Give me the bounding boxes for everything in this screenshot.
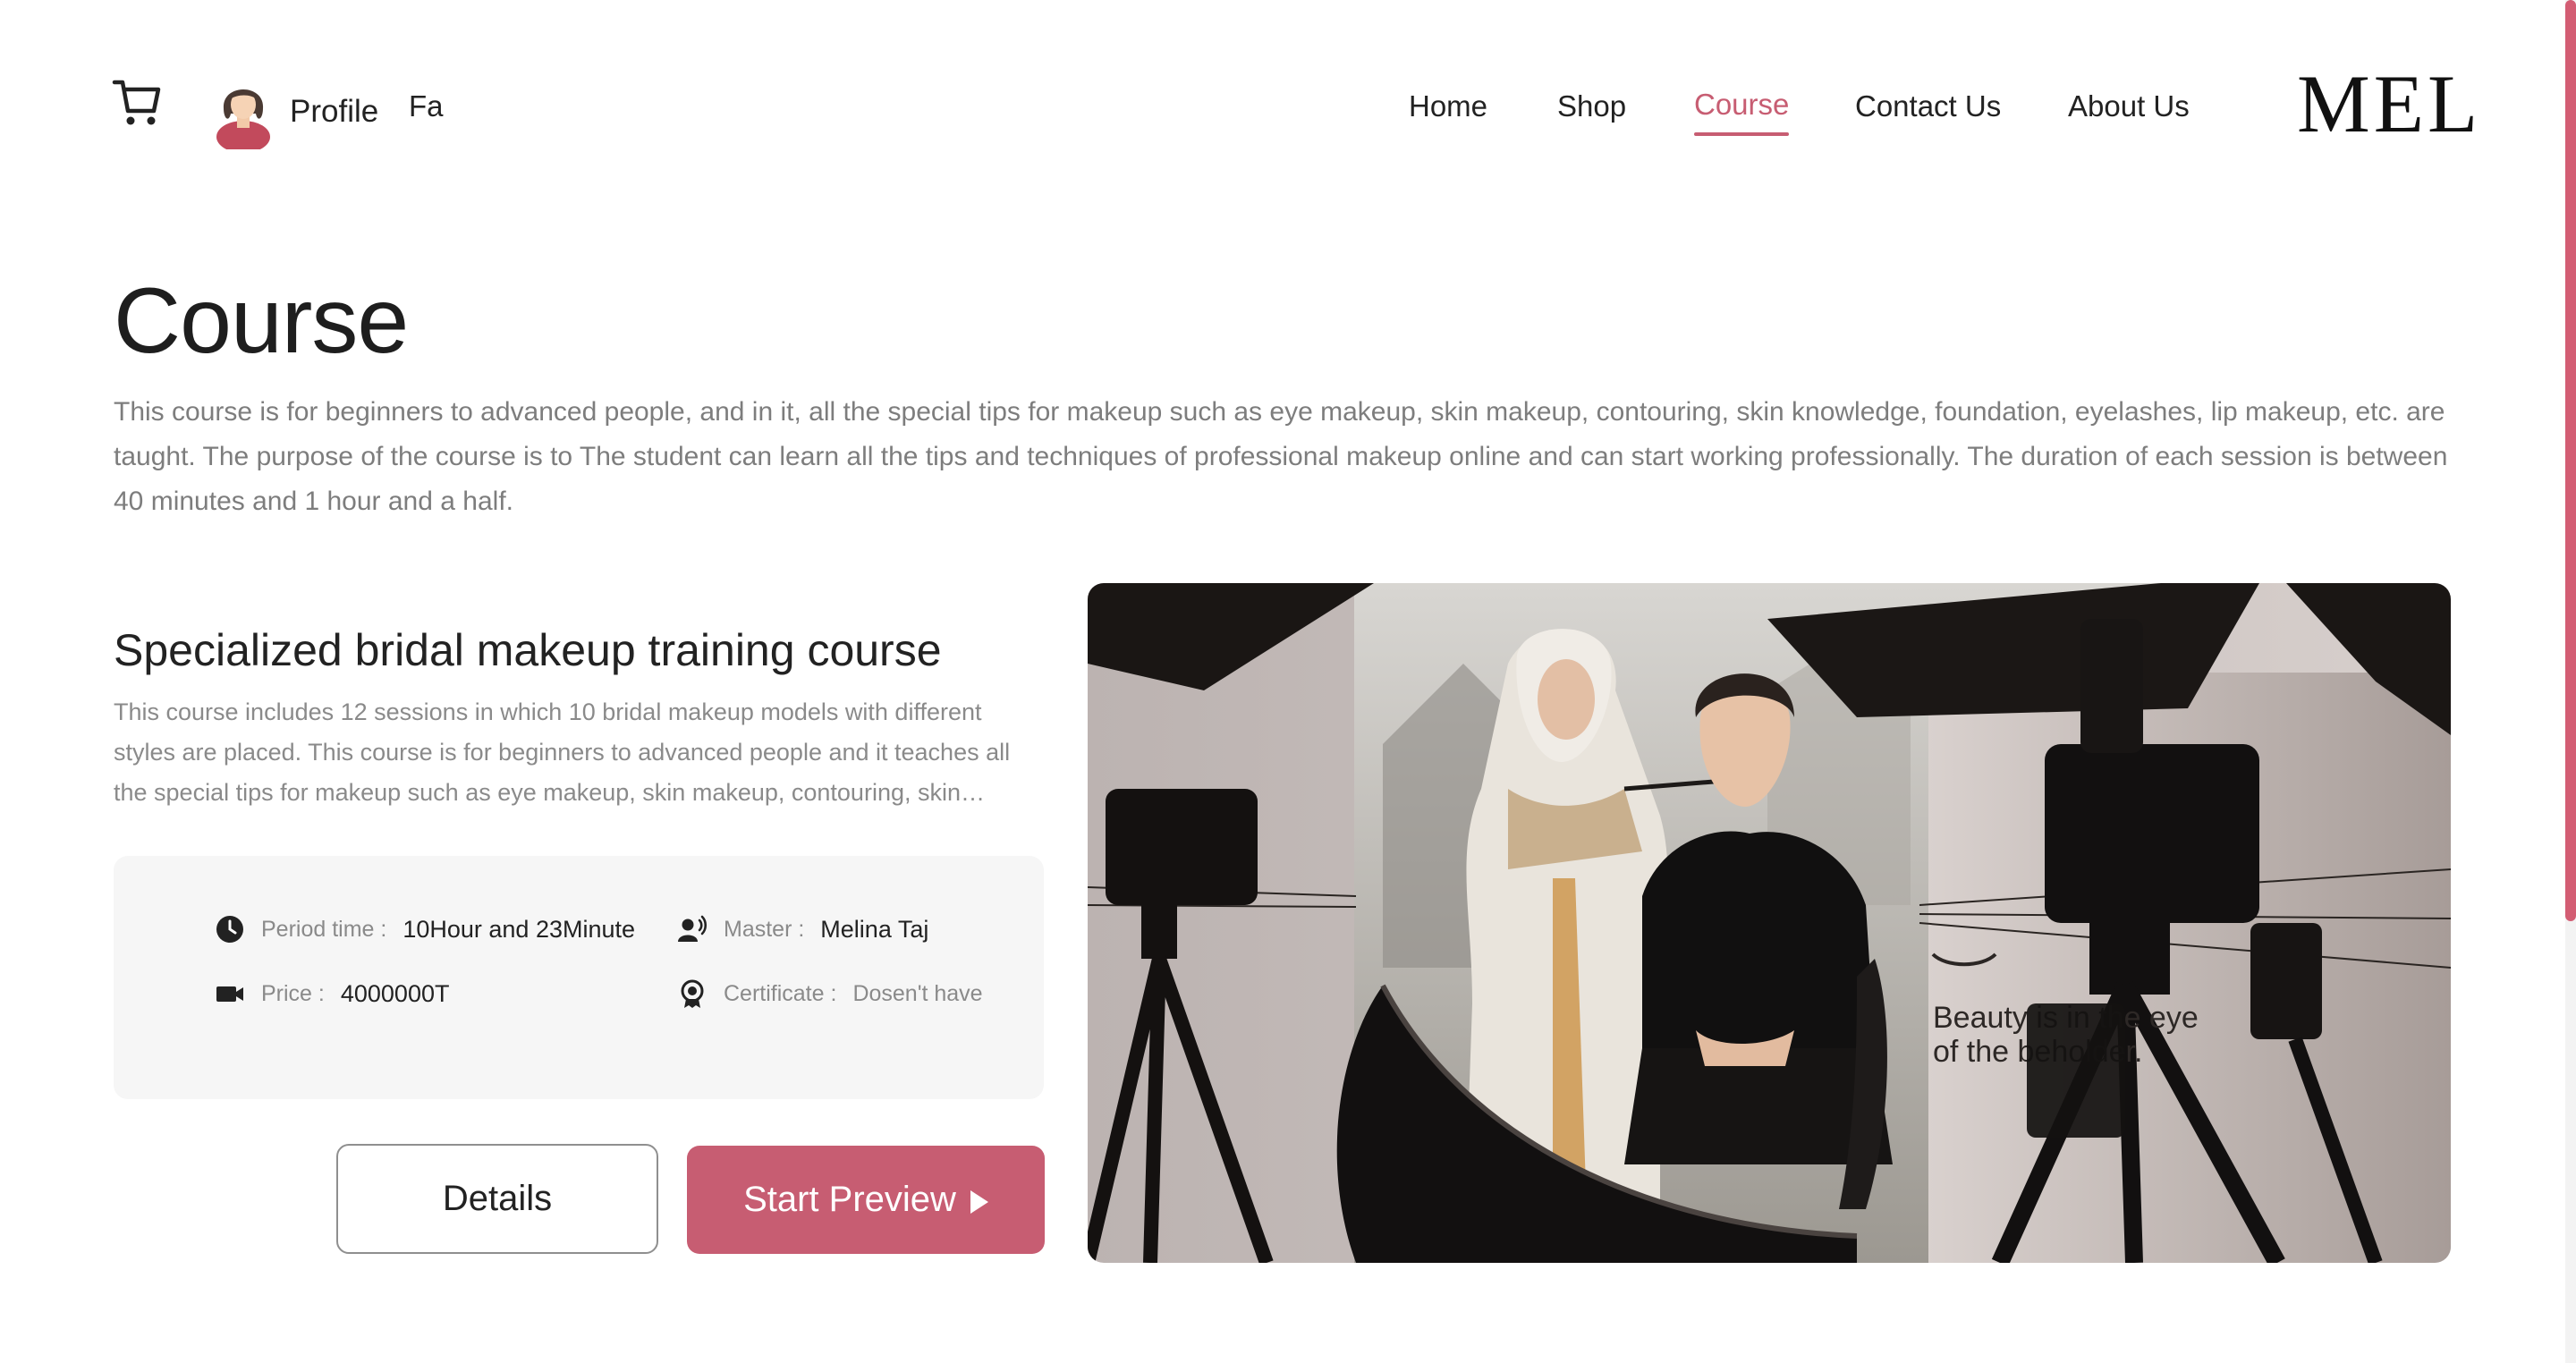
course-info-box: Period time : 10Hour and 23Minute Master… (114, 856, 1044, 1099)
page-title: Course (114, 269, 409, 373)
price-info: Price : 4000000T (215, 978, 449, 1009)
price-value: 4000000T (340, 979, 450, 1007)
certificate-badge-icon (681, 979, 704, 1008)
certificate-value: Dosen't have (852, 980, 983, 1006)
profile-label: Profile (290, 94, 379, 129)
certificate-info: Certificate : Dosen't have (677, 978, 983, 1009)
start-preview-button[interactable]: Start Preview (687, 1146, 1045, 1254)
scrollbar-thumb[interactable] (2565, 0, 2576, 921)
price-label: Price : (261, 980, 325, 1006)
course-description: This course includes 12 sessions in whic… (114, 698, 1011, 806)
cart-icon[interactable] (111, 75, 165, 129)
brand-logo[interactable]: MEL (2297, 63, 2481, 145)
nav-shop[interactable]: Shop (1557, 89, 1626, 123)
course-title: Specialized bridal makeup training cours… (114, 625, 942, 675)
course-preview-image[interactable]: Beauty is in the eye of the beholder. (1088, 583, 2451, 1263)
nav-course[interactable]: Course (1694, 88, 1790, 136)
page-description: This course is for beginners to advanced… (114, 397, 2448, 516)
period-label: Period time : (261, 916, 387, 942)
avatar (216, 89, 270, 149)
master-value: Melina Taj (820, 915, 929, 943)
nav-home[interactable]: Home (1409, 89, 1487, 123)
period-time-info: Period time : 10Hour and 23Minute (215, 914, 635, 944)
master-info: Master : Melina Taj (677, 914, 928, 944)
video-camera-icon (216, 986, 243, 1002)
details-button[interactable]: Details (336, 1144, 658, 1254)
play-icon (970, 1189, 988, 1214)
language-switch[interactable]: Fa (409, 89, 444, 123)
nav-contact-us[interactable]: Contact Us (1855, 89, 2001, 123)
speaker-person-icon (678, 915, 708, 942)
site-header: Profile Fa Home Shop Course Contact Us A… (0, 0, 2565, 215)
certificate-label: Certificate : (724, 980, 837, 1006)
period-value: 10Hour and 23Minute (402, 915, 636, 943)
master-label: Master : (724, 916, 805, 942)
nav-about-us[interactable]: About Us (2068, 89, 2190, 123)
start-preview-label: Start Preview (743, 1180, 956, 1219)
profile-link[interactable]: Profile (213, 72, 378, 152)
clock-icon (216, 916, 243, 943)
